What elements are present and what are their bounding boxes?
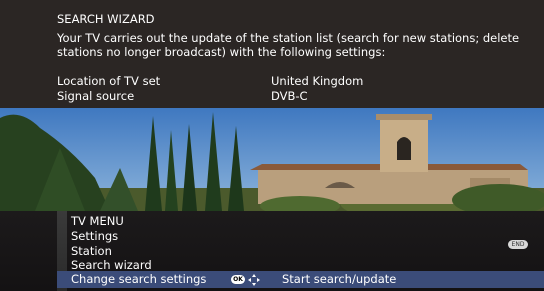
breadcrumb-settings[interactable]: Settings	[71, 229, 118, 243]
ok-key-icon: OK	[231, 275, 245, 284]
background-tv-picture	[0, 108, 544, 211]
location-value: United Kingdom	[271, 74, 364, 88]
location-label: Location of TV set	[57, 74, 161, 88]
change-search-settings-label: Change search settings	[71, 272, 207, 286]
change-search-settings-item[interactable]: Change search settings OK Start search/u…	[57, 271, 544, 288]
navigation-arrows-icon	[247, 272, 261, 286]
breadcrumb-tv-menu[interactable]: TV MENU	[71, 214, 124, 228]
search-wizard-panel: SEARCH WIZARD Your TV carries out the up…	[0, 0, 544, 108]
start-search-update-label[interactable]: Start search/update	[282, 272, 396, 286]
breadcrumb-search-wizard[interactable]: Search wizard	[71, 258, 152, 272]
end-key-icon[interactable]: END	[508, 240, 528, 249]
signal-source-label: Signal source	[57, 89, 135, 103]
wizard-description: Your TV carries out the update of the st…	[57, 31, 520, 59]
signal-source-value: DVB-C	[271, 89, 308, 103]
breadcrumb-station[interactable]: Station	[71, 244, 112, 258]
wizard-title: SEARCH WIZARD	[57, 12, 155, 26]
